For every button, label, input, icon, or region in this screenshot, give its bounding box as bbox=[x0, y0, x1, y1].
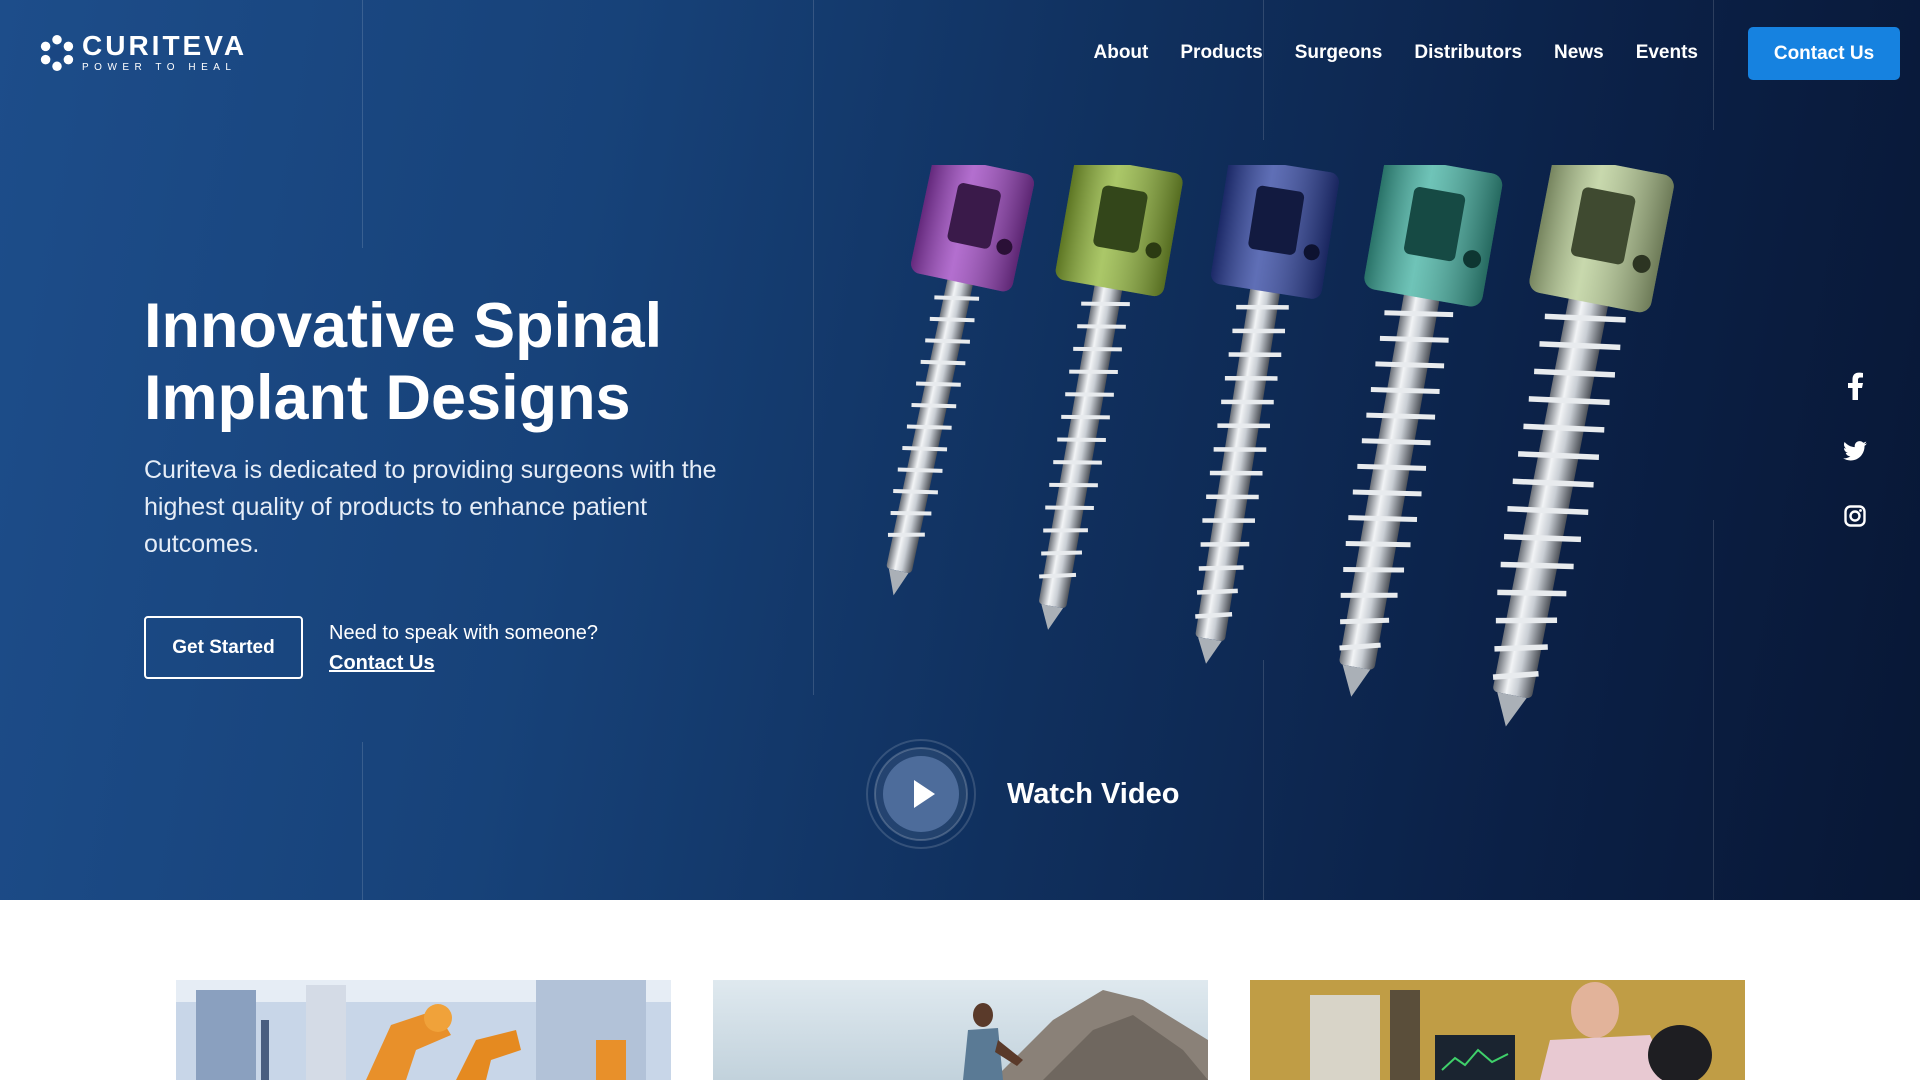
hero-description: Curiteva is dedicated to providing surge… bbox=[144, 456, 717, 558]
runner-image bbox=[713, 980, 1208, 1080]
grid-line bbox=[813, 0, 814, 695]
twitter-icon[interactable] bbox=[1838, 434, 1872, 468]
watch-video[interactable]: Watch Video bbox=[865, 738, 1179, 850]
pedicle-screws-image bbox=[886, 165, 1674, 727]
hero-section: CURITEVA POWER TO HEAL About Products Su… bbox=[0, 0, 1920, 900]
screw-blue bbox=[1195, 165, 1339, 664]
brand-tagline: POWER TO HEAL bbox=[82, 62, 237, 73]
grid-line bbox=[362, 742, 363, 900]
robotic-manufacturing-image bbox=[176, 980, 671, 1080]
screw-purple bbox=[886, 165, 1035, 596]
nav-about[interactable]: About bbox=[1094, 42, 1149, 64]
hero-title: Innovative Spinal Implant Designs bbox=[144, 290, 662, 434]
main-nav: About Products Surgeons Distributors New… bbox=[1094, 42, 1699, 64]
speak-with-someone: Need to speak with someone? Contact Us bbox=[329, 618, 598, 678]
contact-us-link[interactable]: Contact Us bbox=[329, 648, 598, 678]
grid-line bbox=[1713, 0, 1714, 130]
contact-us-button[interactable]: Contact Us bbox=[1748, 27, 1900, 80]
grid-line bbox=[362, 0, 363, 248]
card-runner[interactable] bbox=[713, 980, 1208, 1080]
get-started-button[interactable]: Get Started bbox=[144, 616, 303, 679]
nav-surgeons[interactable]: Surgeons bbox=[1295, 42, 1383, 64]
play-button-icon[interactable] bbox=[865, 738, 977, 850]
speak-prompt: Need to speak with someone? bbox=[329, 622, 599, 644]
logo[interactable]: CURITEVA POWER TO HEAL bbox=[38, 32, 247, 73]
nav-events[interactable]: Events bbox=[1636, 42, 1698, 64]
hero-title-line1: Innovative Spinal bbox=[144, 291, 663, 361]
facebook-icon[interactable] bbox=[1838, 369, 1872, 403]
instagram-icon[interactable] bbox=[1838, 499, 1872, 533]
feature-cards bbox=[176, 980, 1745, 1080]
card-robotic-manufacturing[interactable] bbox=[176, 980, 671, 1080]
logo-mark-icon bbox=[40, 34, 74, 71]
hero-title-line2: Implant Designs bbox=[144, 363, 631, 433]
nav-distributors[interactable]: Distributors bbox=[1414, 42, 1522, 64]
nav-news[interactable]: News bbox=[1554, 42, 1604, 64]
brand-name: CURITEVA bbox=[82, 30, 248, 61]
lab-engineers-image bbox=[1250, 980, 1745, 1080]
nav-products[interactable]: Products bbox=[1180, 42, 1262, 64]
grid-line bbox=[1263, 0, 1264, 140]
watch-video-label: Watch Video bbox=[1007, 777, 1180, 810]
card-lab-engineers[interactable] bbox=[1250, 980, 1745, 1080]
